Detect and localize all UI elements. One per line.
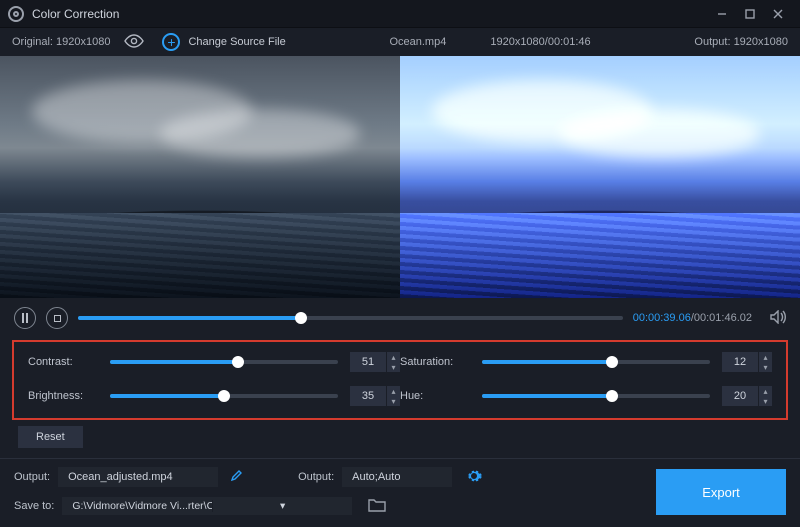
- preview-original: [0, 56, 400, 298]
- slider-knob[interactable]: [606, 390, 618, 402]
- output-resolution: 1920x1080: [734, 36, 788, 48]
- time-current: 00:00:39.06: [633, 312, 691, 324]
- preview-area: [0, 56, 800, 298]
- edit-output-name-icon[interactable]: [230, 470, 242, 485]
- step-up-icon[interactable]: ▴: [387, 352, 400, 362]
- saturation-stepper[interactable]: 12▴▾: [722, 352, 772, 372]
- info-bar: Original: 1920x1080 + Change Source File…: [0, 28, 800, 56]
- save-to-label: Save to:: [14, 500, 54, 512]
- open-folder-icon[interactable]: [368, 498, 386, 515]
- playback-row: 00:00:39.06/00:01:46.02: [0, 298, 800, 338]
- preview-toggle-icon[interactable]: [124, 34, 144, 51]
- adjustment-panel: Contrast: 51▴▾ Saturation: 12▴▾ Brightne…: [12, 340, 788, 420]
- brightness-label: Brightness:: [28, 390, 98, 402]
- add-source-button[interactable]: +: [162, 33, 180, 51]
- brightness-stepper[interactable]: 35▴▾: [350, 386, 400, 406]
- close-button[interactable]: [764, 0, 792, 28]
- contrast-label: Contrast:: [28, 356, 98, 368]
- chevron-down-icon[interactable]: ▾: [212, 500, 353, 512]
- step-down-icon[interactable]: ▾: [387, 362, 400, 372]
- minimize-button[interactable]: [708, 0, 736, 28]
- reset-button[interactable]: Reset: [18, 426, 83, 448]
- pause-button[interactable]: [14, 307, 36, 329]
- stop-button[interactable]: [46, 307, 68, 329]
- contrast-stepper[interactable]: 51▴▾: [350, 352, 400, 372]
- reset-row: Reset: [0, 426, 800, 448]
- hue-stepper[interactable]: 20▴▾: [722, 386, 772, 406]
- step-up-icon[interactable]: ▴: [759, 352, 772, 362]
- bottom-bar: Output: Ocean_adjusted.mp4 Output: Auto;…: [0, 458, 800, 527]
- gear-icon[interactable]: [466, 468, 482, 487]
- save-path-field[interactable]: G:\Vidmore\Vidmore Vi...rter\Color Corre…: [62, 497, 352, 515]
- output-format-label: Output:: [298, 471, 334, 483]
- volume-icon[interactable]: [770, 310, 786, 327]
- saturation-slider[interactable]: [482, 360, 710, 364]
- save-path-value: G:\Vidmore\Vidmore Vi...rter\Color Corre…: [72, 500, 212, 512]
- output-file-name: Ocean_adjusted.mp4: [58, 467, 218, 487]
- saturation-label: Saturation:: [400, 356, 470, 368]
- hue-label: Hue:: [400, 390, 470, 402]
- output-file-label: Output:: [14, 471, 50, 483]
- preview-adjusted: [400, 56, 800, 298]
- original-label: Original:: [12, 36, 53, 48]
- brightness-slider[interactable]: [110, 394, 338, 398]
- step-down-icon[interactable]: ▾: [759, 396, 772, 406]
- step-up-icon[interactable]: ▴: [759, 386, 772, 396]
- change-source-link[interactable]: Change Source File: [188, 36, 285, 48]
- step-down-icon[interactable]: ▾: [387, 396, 400, 406]
- slider-knob[interactable]: [232, 356, 244, 368]
- step-up-icon[interactable]: ▴: [387, 386, 400, 396]
- maximize-button[interactable]: [736, 0, 764, 28]
- source-file-name: Ocean.mp4: [389, 36, 446, 48]
- window-title: Color Correction: [32, 7, 708, 21]
- original-resolution: 1920x1080: [56, 36, 110, 48]
- resolution-duration: 1920x1080/00:01:46: [490, 36, 590, 48]
- seek-knob[interactable]: [295, 312, 307, 324]
- output-label: Output:: [694, 36, 730, 48]
- title-bar: Color Correction: [0, 0, 800, 28]
- export-button[interactable]: Export: [656, 469, 786, 515]
- time-total: /00:01:46.02: [691, 312, 752, 324]
- slider-knob[interactable]: [218, 390, 230, 402]
- output-format-value: Auto;Auto: [342, 467, 452, 487]
- step-down-icon[interactable]: ▾: [759, 362, 772, 372]
- seek-slider[interactable]: [78, 316, 623, 320]
- slider-knob[interactable]: [606, 356, 618, 368]
- hue-slider[interactable]: [482, 394, 710, 398]
- app-icon: [8, 6, 24, 22]
- contrast-slider[interactable]: [110, 360, 338, 364]
